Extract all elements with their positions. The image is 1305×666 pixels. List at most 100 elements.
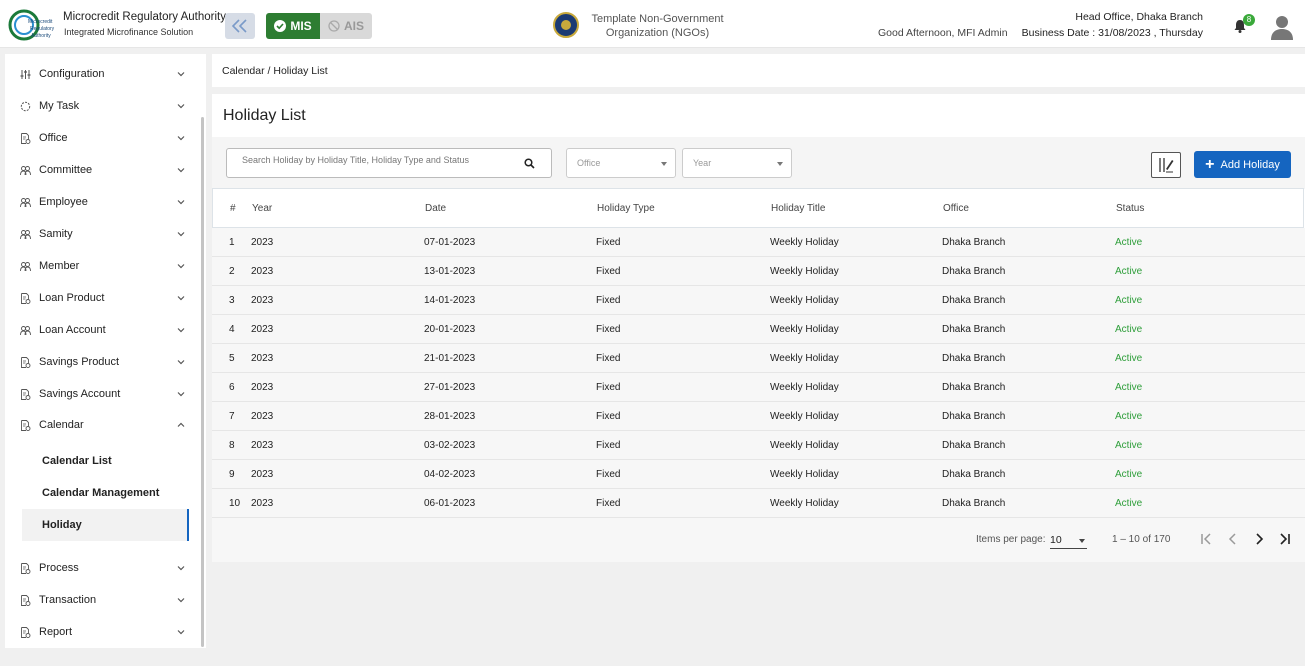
table-row[interactable]: 9 2023 04-02-2023 Fixed Weekly Holiday Dhaka …: [212, 460, 1305, 489]
chevron-down-icon[interactable]: [177, 358, 185, 366]
chevron-down-icon[interactable]: [177, 166, 185, 174]
next-page-icon[interactable]: [1250, 530, 1268, 548]
sidebar-item-label: Savings Product: [39, 356, 120, 368]
mis-mode-button[interactable]: MIS: [266, 13, 320, 39]
chevron-down-icon[interactable]: [177, 262, 185, 270]
table-row[interactable]: 5 2023 21-01-2023 Fixed Weekly Holiday Dhaka …: [212, 344, 1305, 373]
table-cell: Dhaka Branch: [942, 295, 1006, 306]
column-header[interactable]: Holiday Title: [771, 203, 825, 214]
collapse-sidebar-button[interactable]: [225, 13, 255, 39]
sidebar-item-member[interactable]: Member: [5, 251, 195, 281]
sidebar-item-transaction[interactable]: Transaction: [5, 585, 195, 615]
table-cell: 27-01-2023: [424, 382, 476, 393]
ais-mode-button[interactable]: AIS: [320, 13, 372, 39]
sidebar-subitem-calendar-management[interactable]: Calendar Management: [22, 477, 189, 509]
sidebar-item-savings-product[interactable]: Savings Product: [5, 347, 195, 377]
check-circle-icon: [274, 20, 287, 32]
chevron-down-icon[interactable]: [177, 294, 185, 302]
svg-text:Regulatory: Regulatory: [30, 26, 55, 32]
status-badge: Active: [1115, 440, 1143, 451]
chevron-up-icon[interactable]: [177, 421, 185, 429]
first-page-icon[interactable]: [1197, 530, 1215, 548]
chevron-down-icon[interactable]: [177, 628, 185, 636]
sidebar-item-label: My Task: [39, 100, 80, 112]
table-row[interactable]: 10 2023 06-01-2023 Fixed Weekly Holiday Dhaka…: [212, 489, 1305, 518]
paginator: Items per page: 10 1 – 10 of 170: [212, 518, 1305, 562]
table-cell: Weekly Holiday: [770, 411, 839, 422]
column-header[interactable]: Date: [425, 203, 446, 214]
chevron-down-icon[interactable]: [177, 230, 185, 238]
chevron-down-icon[interactable]: [177, 596, 185, 604]
sidebar-item-my-task[interactable]: My Task: [5, 91, 195, 121]
org-seal-icon: [553, 12, 579, 38]
sidebar-item-savings-account[interactable]: Savings Account: [5, 379, 195, 409]
search-input[interactable]: [242, 155, 512, 165]
table-row[interactable]: 1 2023 07-01-2023 Fixed Weekly Holiday Dhaka …: [212, 228, 1305, 257]
column-header[interactable]: Holiday Type: [597, 203, 655, 214]
chevron-down-icon[interactable]: [177, 390, 185, 398]
chevron-down-icon[interactable]: [177, 326, 185, 334]
sidebar-item-calendar[interactable]: Calendar: [5, 410, 195, 440]
status-badge: Active: [1115, 295, 1143, 306]
table-row[interactable]: 4 2023 20-01-2023 Fixed Weekly Holiday Dhaka …: [212, 315, 1305, 344]
table-cell: 9: [229, 469, 235, 480]
org-name: Template Non-Government Organization (NG…: [591, 13, 724, 39]
sidebar-item-committee[interactable]: Committee: [5, 155, 195, 185]
mode-toggle: MIS AIS: [266, 13, 372, 39]
sidebar-item-loan-account[interactable]: Loan Account: [5, 315, 195, 345]
last-page-icon[interactable]: [1276, 530, 1294, 548]
table-row[interactable]: 6 2023 27-01-2023 Fixed Weekly Holiday Dhaka …: [212, 373, 1305, 402]
table-cell: Dhaka Branch: [942, 382, 1006, 393]
sidebar-item-employee[interactable]: Employee: [5, 187, 195, 217]
table-cell: 06-01-2023: [424, 498, 476, 509]
column-header[interactable]: Status: [1116, 203, 1144, 214]
search-icon[interactable]: [524, 158, 535, 169]
brand-subtitle: Integrated Microfinance Solution: [64, 27, 194, 37]
add-holiday-button[interactable]: + Add Holiday: [1194, 151, 1291, 178]
svg-text:Authority: Authority: [31, 33, 51, 39]
top-header: Microcredit Regulatory Authority Microcr…: [0, 0, 1305, 48]
table-row[interactable]: 3 2023 14-01-2023 Fixed Weekly Holiday Dhaka …: [212, 286, 1305, 315]
table-cell: 5: [229, 353, 235, 364]
column-settings-button[interactable]: [1151, 152, 1181, 178]
sidebar: Configuration My Task Office Committee Emplo…: [5, 54, 206, 648]
table-cell: Dhaka Branch: [942, 469, 1006, 480]
column-header[interactable]: Year: [252, 203, 272, 214]
chevron-down-icon[interactable]: [177, 564, 185, 572]
sidebar-scrollbar[interactable]: [201, 117, 204, 647]
sidebar-item-office[interactable]: Office: [5, 123, 195, 153]
previous-page-icon[interactable]: [1224, 530, 1242, 548]
chevron-down-icon[interactable]: [177, 198, 185, 206]
table-row[interactable]: 7 2023 28-01-2023 Fixed Weekly Holiday Dhaka …: [212, 402, 1305, 431]
chevron-down-icon[interactable]: [177, 70, 185, 78]
office-select[interactable]: Office: [566, 148, 676, 178]
sidebar-item-label: Loan Product: [39, 292, 105, 304]
add-holiday-label: Add Holiday: [1220, 158, 1280, 171]
sidebar-subitem-calendar-list[interactable]: Calendar List: [22, 445, 189, 477]
sidebar-item-samity[interactable]: Samity: [5, 219, 195, 249]
year-select[interactable]: Year: [682, 148, 792, 178]
table-row[interactable]: 8 2023 03-02-2023 Fixed Weekly Holiday Dhaka …: [212, 431, 1305, 460]
sidebar-subitem-label: Calendar Management: [42, 487, 160, 499]
chevron-down-icon[interactable]: [177, 102, 185, 110]
table-cell: 2: [229, 266, 235, 277]
year-select-placeholder: Year: [693, 158, 712, 168]
table-cell: 20-01-2023: [424, 324, 476, 335]
table-cell: Dhaka Branch: [942, 353, 1006, 364]
column-header[interactable]: Office: [943, 203, 969, 214]
sidebar-subitem-label: Calendar List: [42, 455, 112, 467]
sidebar-item-report[interactable]: Report: [5, 617, 195, 647]
sidebar-item-configuration[interactable]: Configuration: [5, 59, 195, 89]
sidebar-item-process[interactable]: Process: [5, 553, 195, 583]
table-row[interactable]: 2 2023 13-01-2023 Fixed Weekly Holiday Dhaka …: [212, 257, 1305, 286]
table-cell: 2023: [251, 382, 274, 393]
table-cell: 7: [229, 411, 235, 422]
items-per-page-select[interactable]: 10: [1050, 532, 1087, 549]
table-cell: 04-02-2023: [424, 469, 476, 480]
sidebar-item-loan-product[interactable]: Loan Product: [5, 283, 195, 313]
table-cell: Dhaka Branch: [942, 324, 1006, 335]
column-header[interactable]: #: [230, 203, 236, 214]
sidebar-subitem-holiday[interactable]: Holiday: [22, 509, 189, 541]
user-avatar-icon[interactable]: [1270, 14, 1294, 40]
chevron-down-icon[interactable]: [177, 134, 185, 142]
